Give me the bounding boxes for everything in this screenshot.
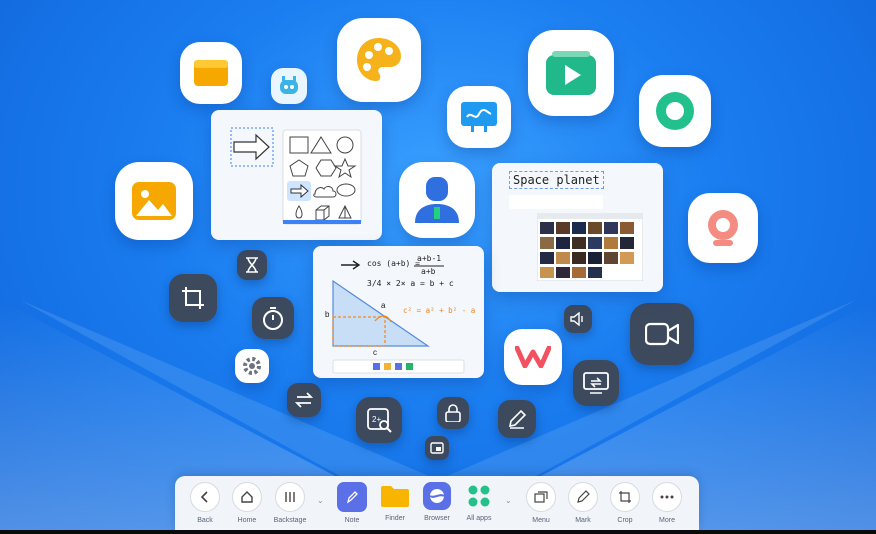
math-label-c: c <box>373 348 377 357</box>
dock-backstage[interactable]: Backstage <box>270 482 310 526</box>
video-player-app-icon[interactable] <box>528 30 614 116</box>
pen-icon <box>568 482 598 512</box>
dock-label: Menu <box>532 517 550 524</box>
crop-icon <box>610 482 640 512</box>
record-app-icon[interactable] <box>639 75 711 147</box>
dock-label: All apps <box>466 515 492 522</box>
shapes-panel-card[interactable] <box>211 110 382 240</box>
shapes-panel-illustration <box>230 127 362 225</box>
dock-label: Finder <box>385 515 405 522</box>
text-placeholder-bar <box>509 195 603 209</box>
dock-menu[interactable]: Menu <box>521 482 561 526</box>
office-app-icon[interactable] <box>504 329 562 385</box>
math-fraction-bottom: a+b <box>421 267 436 276</box>
dock-label: Back <box>197 517 213 524</box>
dock-back[interactable]: Back <box>185 482 225 526</box>
dock-label: Browser <box>424 515 450 522</box>
dock-label: Home <box>237 517 257 524</box>
paint-palette-app-icon[interactable] <box>337 18 421 102</box>
math-line-1: cos (a+b) = <box>367 259 420 268</box>
edit-pen-icon[interactable] <box>498 400 536 438</box>
volume-icon[interactable] <box>564 305 592 333</box>
user-account-app-icon[interactable] <box>399 162 475 238</box>
note-app-icon <box>337 482 367 512</box>
math-orange-formula: c² = a² + b² - a <box>403 306 476 315</box>
screen-share-icon[interactable] <box>573 360 619 406</box>
chevron-down-icon[interactable]: ⌄ <box>317 496 324 505</box>
browser-icon <box>423 482 451 510</box>
home-icon <box>232 482 262 512</box>
dock-label: More <box>659 517 675 524</box>
dock-note[interactable]: Note <box>332 482 372 526</box>
transfer-icon[interactable] <box>287 383 321 417</box>
dock-all-apps[interactable]: All apps <box>459 482 499 526</box>
dock-label: Crop <box>617 517 633 524</box>
dock-browser[interactable]: Browser <box>417 482 457 526</box>
space-image-grid <box>537 213 643 281</box>
math-line-2: 3/4 × 2× a = b + c <box>367 279 454 288</box>
math-note-card[interactable]: cos (a+b) = a+b-1 a+b 3/4 × 2× a = b + c… <box>313 246 484 378</box>
grid-icon <box>465 482 493 510</box>
chevron-left-icon <box>190 482 220 512</box>
whiteboard-app-icon[interactable] <box>447 86 511 148</box>
formula-search-icon[interactable]: 2+ <box>356 397 402 443</box>
chevron-down-icon[interactable]: ⌄ <box>505 496 512 505</box>
dock-home[interactable]: Home <box>227 482 267 526</box>
math-label-b: b <box>325 310 330 319</box>
bottom-dock: Back Home Backstage ⌄ Note Finder Browse… <box>175 476 699 530</box>
dock-crop[interactable]: Crop <box>605 482 645 526</box>
settings-icon[interactable] <box>235 349 269 383</box>
space-planet-title: Space planet <box>509 171 604 189</box>
folder-icon <box>381 482 409 510</box>
window-switch-icon[interactable] <box>425 436 449 460</box>
robot-app-icon[interactable] <box>271 68 307 104</box>
more-icon <box>652 482 682 512</box>
menu-windows-icon <box>526 482 556 512</box>
math-label-a: a <box>381 301 386 310</box>
dock-more[interactable]: More <box>647 482 687 526</box>
video-camera-icon[interactable] <box>630 303 694 365</box>
crop-tool-icon[interactable] <box>169 274 217 322</box>
space-planet-card[interactable]: Space planet <box>492 163 663 292</box>
bottom-edge-bar <box>0 530 876 534</box>
gallery-app-icon[interactable] <box>115 162 193 240</box>
lock-icon[interactable] <box>437 397 469 429</box>
hourglass-icon[interactable] <box>237 250 267 280</box>
bars-icon <box>275 482 305 512</box>
dock-finder[interactable]: Finder <box>375 482 415 526</box>
dock-mark[interactable]: Mark <box>563 482 603 526</box>
dock-label: Note <box>344 517 360 524</box>
math-fraction-top: a+b-1 <box>417 254 442 263</box>
camera-app-icon[interactable] <box>688 193 758 263</box>
dock-label: Mark <box>575 517 591 524</box>
dock-label: Backstage <box>273 517 307 524</box>
timer-icon[interactable] <box>252 297 294 339</box>
slides-app-icon[interactable] <box>180 42 242 104</box>
